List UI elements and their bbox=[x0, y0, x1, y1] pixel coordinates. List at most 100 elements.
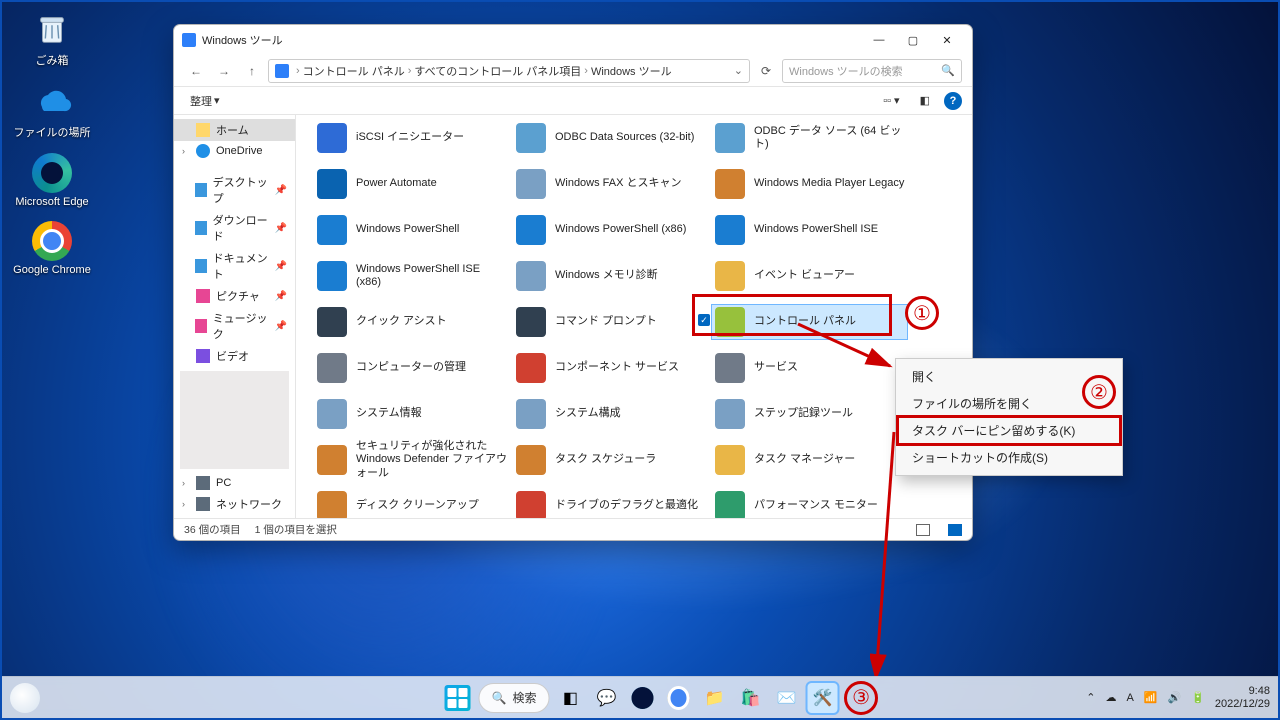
tray-battery-icon[interactable]: 🔋 bbox=[1191, 691, 1205, 704]
tool-icon bbox=[714, 398, 746, 430]
list-item[interactable]: Windows PowerShell bbox=[314, 213, 509, 247]
list-item[interactable]: クイック アシスト bbox=[314, 305, 509, 339]
list-item[interactable]: タスク マネージャー bbox=[712, 443, 907, 477]
list-item[interactable]: コンピューターの管理 bbox=[314, 351, 509, 385]
context-item-create-shortcut[interactable]: ショートカットの作成(S) bbox=[898, 444, 1120, 471]
taskbar-search[interactable]: 🔍検索 bbox=[479, 683, 550, 713]
search-input[interactable]: Windows ツールの検索 🔍 bbox=[782, 59, 962, 83]
list-item[interactable]: iSCSI イニシエーター bbox=[314, 121, 509, 155]
list-item[interactable]: セキュリティが強化された Windows Defender ファイアウォール bbox=[314, 443, 509, 477]
taskbar-chrome[interactable] bbox=[663, 683, 693, 713]
tray-cloud-icon[interactable]: ☁ bbox=[1105, 691, 1116, 704]
sidebar-item-network[interactable]: ›ネットワーク bbox=[174, 493, 295, 515]
sidebar-item-music[interactable]: ミュージック📌 bbox=[174, 307, 295, 345]
taskbar-chat[interactable]: 💬 bbox=[591, 683, 621, 713]
list-item[interactable]: Windows PowerShell ISE (x86) bbox=[314, 259, 509, 293]
item-label: コントロール パネル bbox=[754, 315, 856, 328]
taskbar-weather[interactable] bbox=[10, 683, 40, 713]
tool-icon bbox=[316, 306, 348, 338]
list-item[interactable]: システム情報 bbox=[314, 397, 509, 431]
item-label: Windows FAX とスキャン bbox=[555, 177, 682, 190]
list-item[interactable]: サービス bbox=[712, 351, 907, 385]
list-item[interactable]: ODBC データ ソース (64 ビット) bbox=[712, 121, 907, 155]
item-label: タスク スケジューラ bbox=[555, 453, 656, 466]
list-item[interactable]: ディスク クリーンアップ bbox=[314, 489, 509, 518]
sidebar-item-downloads[interactable]: ダウンロード📌 bbox=[174, 209, 295, 247]
list-item[interactable]: Windows メモリ診断 bbox=[513, 259, 708, 293]
tray-volume-icon[interactable]: 🔊 bbox=[1168, 691, 1182, 704]
taskbar-edge[interactable] bbox=[627, 683, 657, 713]
sidebar-item-videos[interactable]: ビデオ bbox=[174, 345, 295, 367]
tool-icon bbox=[515, 398, 547, 430]
item-label: コンポーネント サービス bbox=[555, 361, 679, 374]
list-item[interactable]: タスク スケジューラ bbox=[513, 443, 708, 477]
icons-view-button[interactable] bbox=[948, 524, 962, 536]
tray-wifi-icon[interactable]: 📶 bbox=[1144, 691, 1158, 704]
tray-clock[interactable]: 9:48 2022/12/29 bbox=[1215, 685, 1270, 710]
help-button[interactable]: ? bbox=[944, 92, 962, 110]
sidebar-item-desktop[interactable]: デスクトップ📌 bbox=[174, 171, 295, 209]
view-options-button[interactable]: ▫▫ ▾ bbox=[877, 92, 905, 109]
list-item[interactable]: システム構成 bbox=[513, 397, 708, 431]
desktop-icon-file-location[interactable]: ファイルの場所 bbox=[8, 80, 96, 140]
sidebar-item-home[interactable]: ホーム bbox=[174, 119, 295, 141]
tool-icon bbox=[714, 490, 746, 518]
titlebar[interactable]: Windows ツール ― ▢ ✕ bbox=[174, 25, 972, 55]
start-button[interactable] bbox=[443, 683, 473, 713]
context-item-open-location[interactable]: ファイルの場所を開く bbox=[898, 390, 1120, 417]
list-item[interactable]: ステップ記録ツール bbox=[712, 397, 907, 431]
preview-pane-button[interactable]: ◧ bbox=[914, 92, 936, 109]
back-button[interactable]: ← bbox=[184, 59, 208, 83]
list-item[interactable]: ドライブのデフラグと最適化 bbox=[513, 489, 708, 518]
breadcrumb[interactable]: › コントロール パネル› すべてのコントロール パネル項目› Windows … bbox=[268, 59, 750, 83]
tool-icon bbox=[714, 168, 746, 200]
desktop-icon-edge[interactable]: Microsoft Edge bbox=[8, 152, 96, 208]
chevron-down-icon[interactable]: ⌄ bbox=[734, 64, 743, 77]
list-item[interactable]: コマンド プロンプト bbox=[513, 305, 708, 339]
list-item[interactable]: コンポーネント サービス bbox=[513, 351, 708, 385]
tray-overflow-icon[interactable]: ⌃ bbox=[1086, 691, 1095, 704]
taskbar-store[interactable]: 🛍️ bbox=[735, 683, 765, 713]
context-item-pin-taskbar[interactable]: タスク バーにピン留めする(K) bbox=[898, 417, 1120, 444]
context-item-open[interactable]: 開く bbox=[898, 363, 1120, 390]
recycle-bin-icon bbox=[31, 8, 73, 50]
tray-ime[interactable]: A bbox=[1126, 692, 1133, 704]
item-label: システム情報 bbox=[356, 407, 422, 420]
minimize-button[interactable]: ― bbox=[862, 28, 896, 52]
list-item[interactable]: Windows PowerShell (x86) bbox=[513, 213, 708, 247]
list-item[interactable]: Windows PowerShell ISE bbox=[712, 213, 907, 247]
list-item[interactable]: パフォーマンス モニター bbox=[712, 489, 907, 518]
item-label: Power Automate bbox=[356, 177, 437, 190]
sidebar-item-pc[interactable]: ›PC bbox=[174, 473, 295, 493]
sidebar-item-pictures[interactable]: ピクチャ📌 bbox=[174, 285, 295, 307]
close-button[interactable]: ✕ bbox=[930, 28, 964, 52]
details-view-button[interactable] bbox=[916, 524, 930, 536]
chevron-down-icon: ▾ bbox=[214, 94, 220, 107]
context-menu: 開く ファイルの場所を開く タスク バーにピン留めする(K) ショートカットの作… bbox=[895, 358, 1123, 476]
tool-icon bbox=[714, 352, 746, 384]
maximize-button[interactable]: ▢ bbox=[896, 28, 930, 52]
list-item[interactable]: Windows FAX とスキャン bbox=[513, 167, 708, 201]
list-item[interactable]: ODBC Data Sources (32-bit) bbox=[513, 121, 708, 155]
task-view-button[interactable]: ◧ bbox=[555, 683, 585, 713]
refresh-button[interactable]: ⟳ bbox=[754, 59, 778, 83]
taskbar-control-panel[interactable]: 🛠️ bbox=[807, 683, 837, 713]
system-tray[interactable]: ⌃ ☁ A 📶 🔊 🔋 9:48 2022/12/29 bbox=[1086, 685, 1270, 710]
list-item[interactable]: イベント ビューアー bbox=[712, 259, 907, 293]
sidebar-item-onedrive[interactable]: ›OneDrive bbox=[174, 141, 295, 161]
item-label: イベント ビューアー bbox=[754, 269, 855, 282]
cloud-folder-icon bbox=[31, 80, 73, 122]
list-item[interactable]: Power Automate bbox=[314, 167, 509, 201]
sidebar-redacted-area bbox=[180, 371, 289, 469]
list-item[interactable]: ✓コントロール パネル bbox=[712, 305, 907, 339]
forward-button[interactable]: → bbox=[212, 59, 236, 83]
sidebar-item-documents[interactable]: ドキュメント📌 bbox=[174, 247, 295, 285]
desktop-icon-chrome[interactable]: Google Chrome bbox=[8, 220, 96, 276]
taskbar-mail[interactable]: ✉️ bbox=[771, 683, 801, 713]
tool-icon bbox=[316, 214, 348, 246]
desktop-icon-recycle-bin[interactable]: ごみ箱 bbox=[8, 8, 96, 68]
up-button[interactable]: ↑ bbox=[240, 59, 264, 83]
list-item[interactable]: Windows Media Player Legacy bbox=[712, 167, 907, 201]
organize-button[interactable]: 整理 ▾ bbox=[184, 91, 226, 111]
taskbar-explorer[interactable]: 📁 bbox=[699, 683, 729, 713]
